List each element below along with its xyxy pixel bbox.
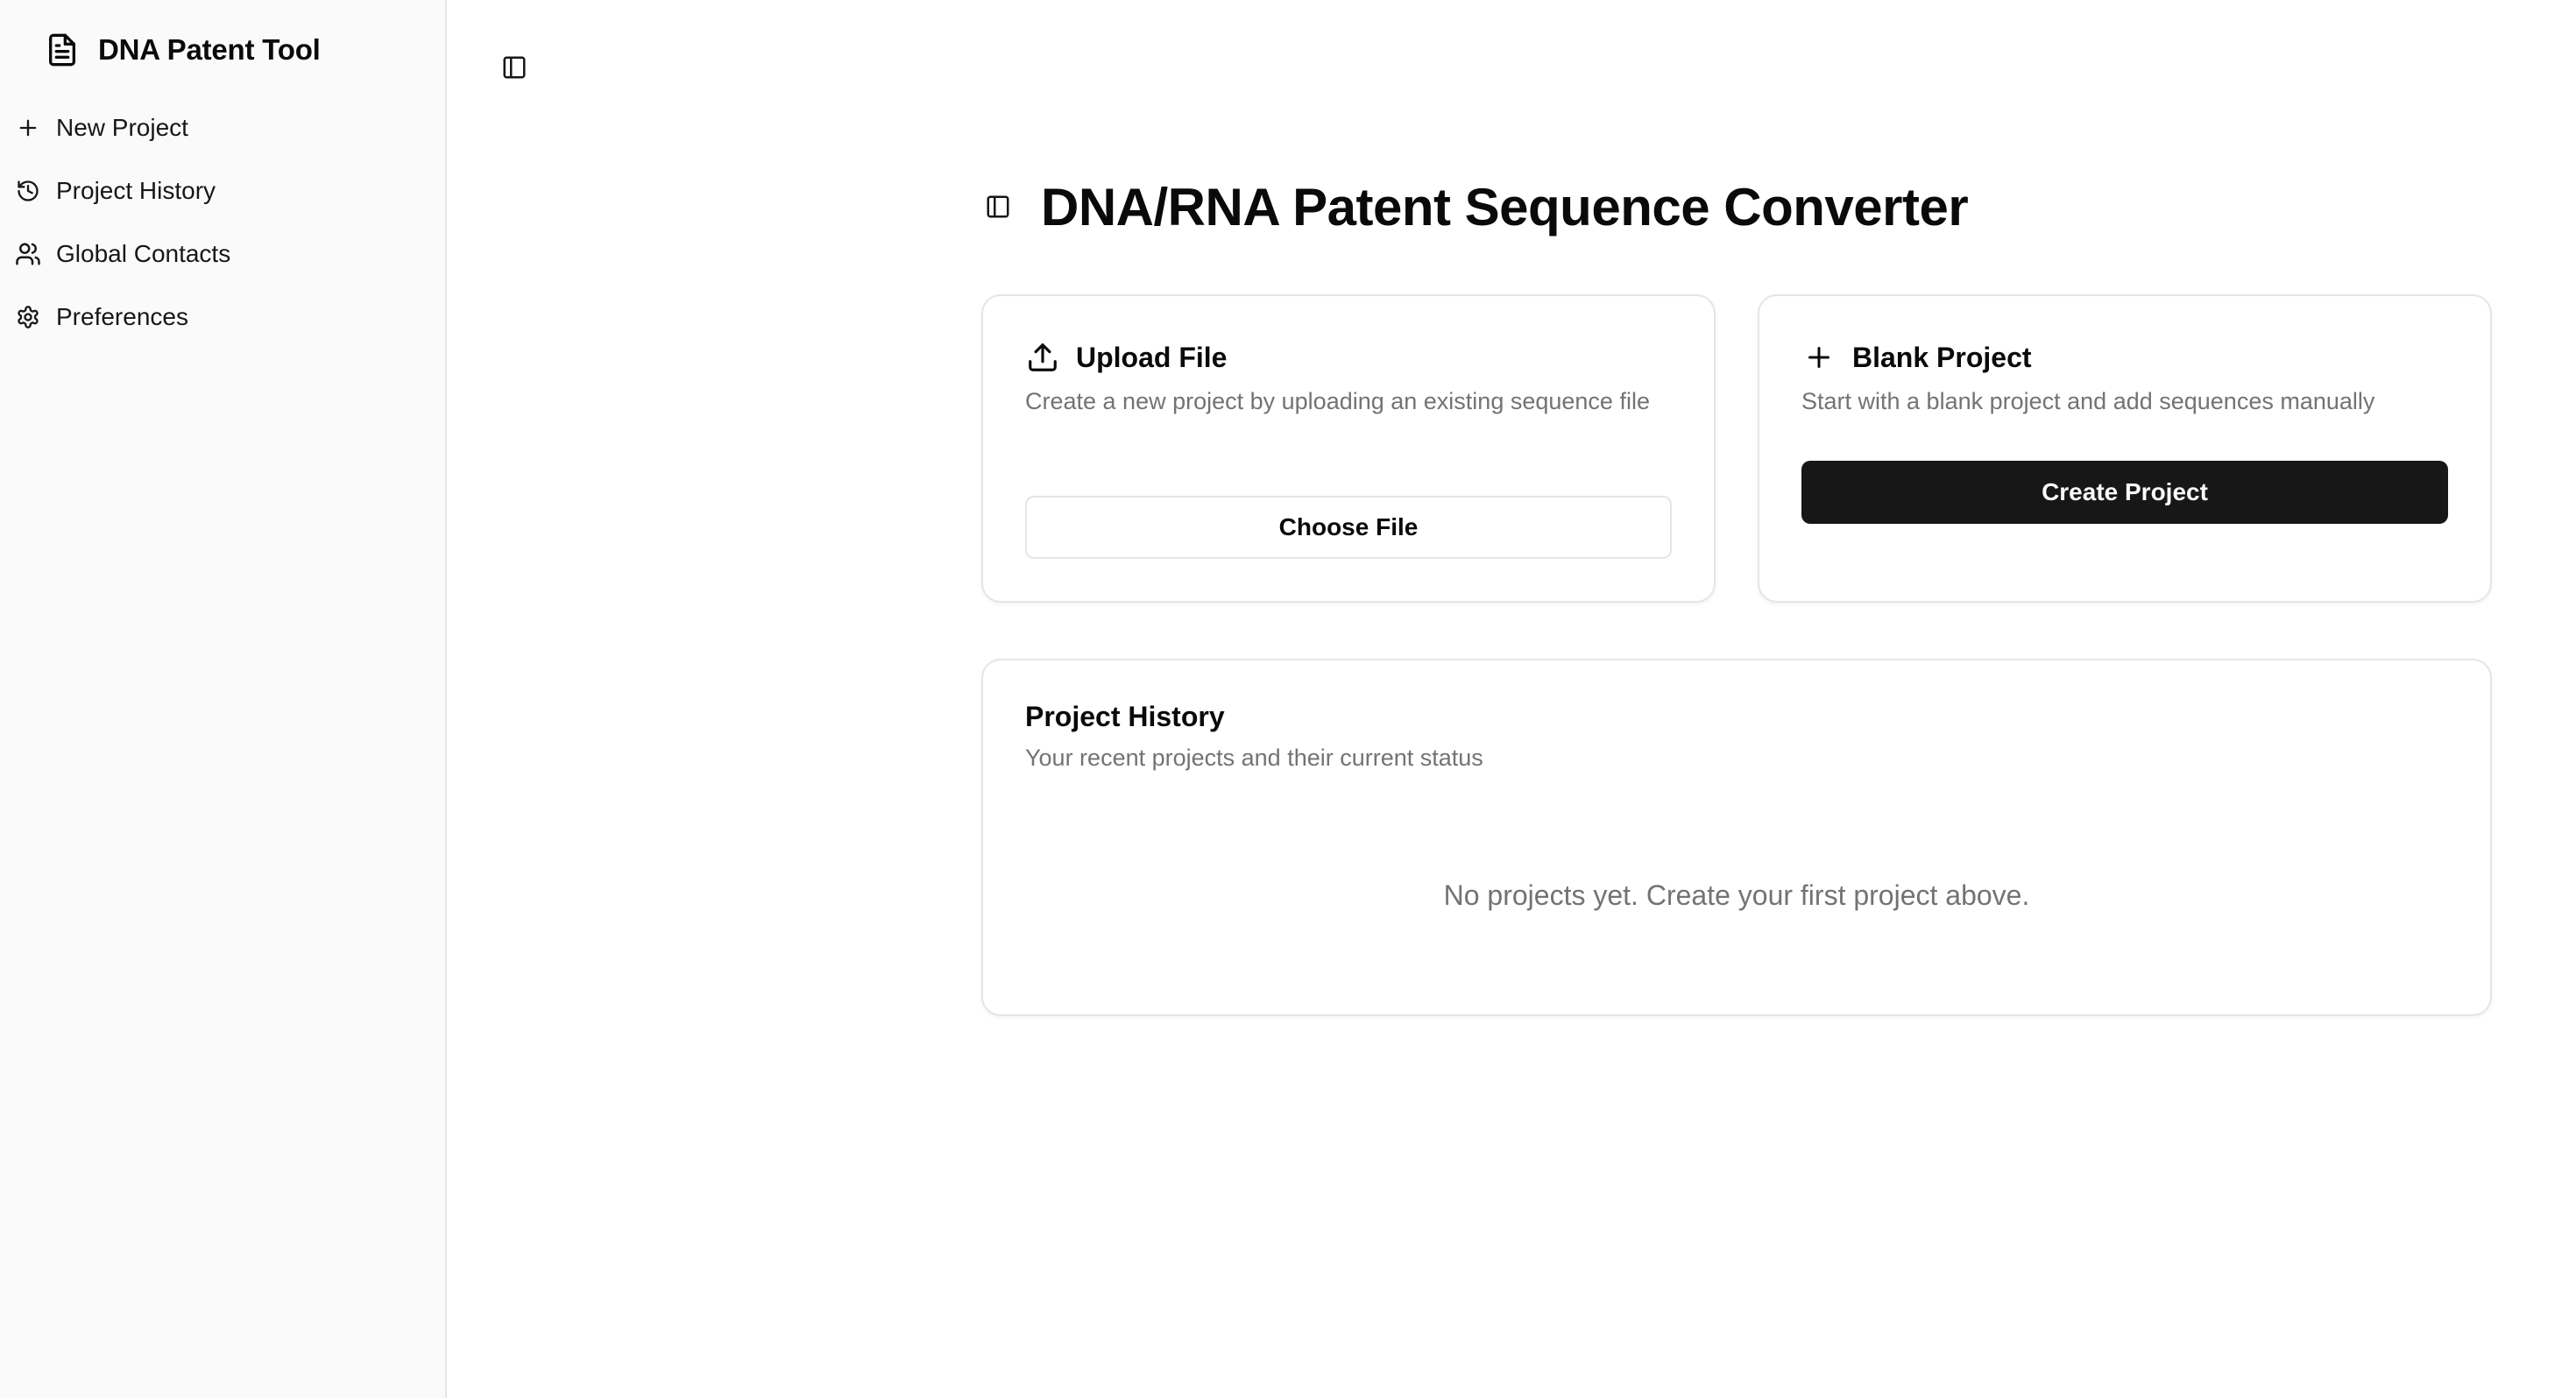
sidebar-item-preferences[interactable]: Preferences (14, 290, 433, 344)
sidebar-brand-title: DNA Patent Tool (98, 33, 321, 66)
upload-card-title: Upload File (1025, 340, 1227, 375)
users-icon (14, 240, 42, 268)
gear-icon (14, 303, 42, 331)
project-history-empty-state: No projects yet. Create your first proje… (1443, 879, 2030, 911)
page-title: DNA/RNA Patent Sequence Converter (1041, 177, 1969, 237)
sidebar-item-global-contacts[interactable]: Global Contacts (14, 227, 433, 281)
upload-icon (1025, 340, 1060, 375)
project-history-description: Your recent projects and their current s… (1025, 745, 1483, 771)
sidebar-toggle-button[interactable] (498, 51, 531, 84)
sidebar-item-new-project[interactable]: New Project (14, 101, 433, 155)
blank-card-title: Blank Project (1801, 340, 2032, 375)
plus-icon (1801, 340, 1836, 375)
page-header: DNA/RNA Patent Sequence Converter (981, 172, 1969, 242)
plus-icon (14, 114, 42, 142)
choose-file-button[interactable]: Choose File (1025, 496, 1672, 559)
panel-left-icon (503, 56, 526, 79)
file-text-icon (44, 29, 81, 71)
sidebar-item-label: Project History (56, 177, 216, 204)
history-icon (14, 177, 42, 205)
panel-toggle-button[interactable] (981, 190, 1015, 223)
sidebar-item-project-history[interactable]: Project History (14, 164, 433, 218)
blank-card-description: Start with a blank project and add seque… (1801, 388, 2375, 414)
blank-card-title-text: Blank Project (1852, 341, 2032, 373)
project-history-title: Project History (1025, 701, 1225, 732)
sidebar-item-label: Global Contacts (56, 240, 231, 267)
project-history-card: Project History Your recent projects and… (981, 659, 2492, 1016)
app-root: DNA Patent Tool New Project Project Hist… (0, 0, 2576, 1398)
upload-file-card: Upload File Create a new project by uplo… (981, 294, 1716, 603)
sidebar-item-label: Preferences (56, 303, 188, 330)
upload-card-title-text: Upload File (1076, 341, 1228, 373)
upload-card-description: Create a new project by uploading an exi… (1025, 388, 1650, 414)
sidebar-brand[interactable]: DNA Patent Tool (44, 26, 321, 74)
sidebar-nav: New Project Project History Global Conta… (14, 101, 433, 353)
create-project-button[interactable]: Create Project (1801, 461, 2448, 524)
panel-left-icon (987, 195, 1009, 218)
sidebar: DNA Patent Tool New Project Project Hist… (0, 0, 447, 1398)
sidebar-item-label: New Project (56, 114, 188, 141)
blank-project-card: Blank Project Start with a blank project… (1758, 294, 2492, 603)
